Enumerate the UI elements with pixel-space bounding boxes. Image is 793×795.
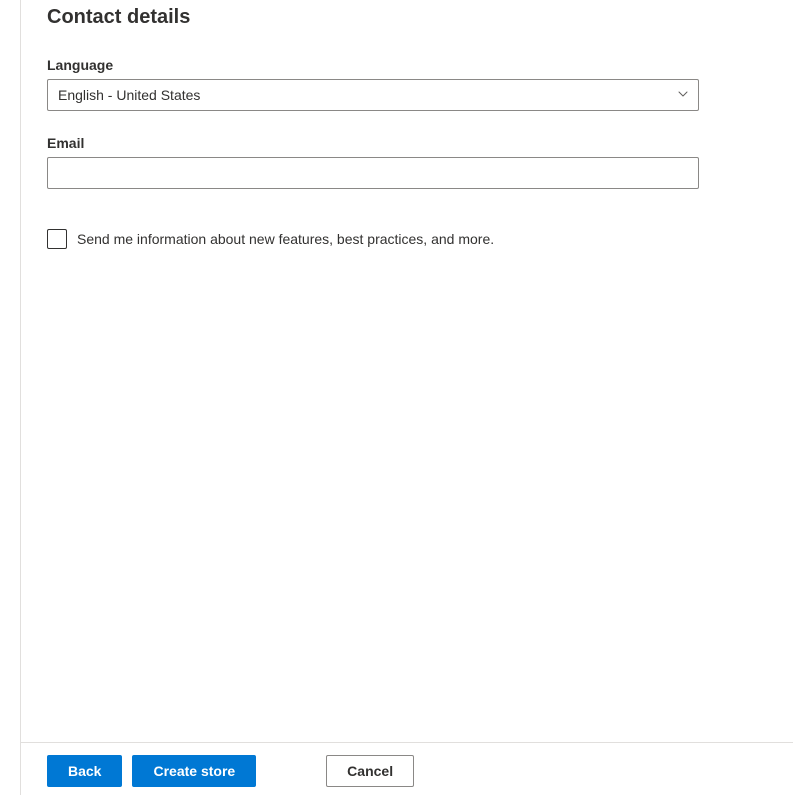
newsletter-checkbox-row: Send me information about new features, … xyxy=(47,229,699,249)
email-field-group: Email xyxy=(47,135,699,189)
language-select[interactable]: English - United States xyxy=(47,79,699,111)
footer-bar: Back Create store Cancel xyxy=(21,742,793,795)
newsletter-checkbox-label[interactable]: Send me information about new features, … xyxy=(77,231,494,247)
language-select-wrapper: English - United States xyxy=(47,79,699,111)
language-label: Language xyxy=(47,57,699,73)
email-input[interactable] xyxy=(47,157,699,189)
content-area: Contact details Language English - Unite… xyxy=(21,0,793,249)
create-store-button[interactable]: Create store xyxy=(132,755,256,787)
cancel-button[interactable]: Cancel xyxy=(326,755,414,787)
page-container: Contact details Language English - Unite… xyxy=(20,0,793,795)
language-field-group: Language English - United States xyxy=(47,57,699,111)
email-label: Email xyxy=(47,135,699,151)
back-button[interactable]: Back xyxy=(47,755,122,787)
page-title: Contact details xyxy=(47,6,699,29)
newsletter-checkbox[interactable] xyxy=(47,229,67,249)
